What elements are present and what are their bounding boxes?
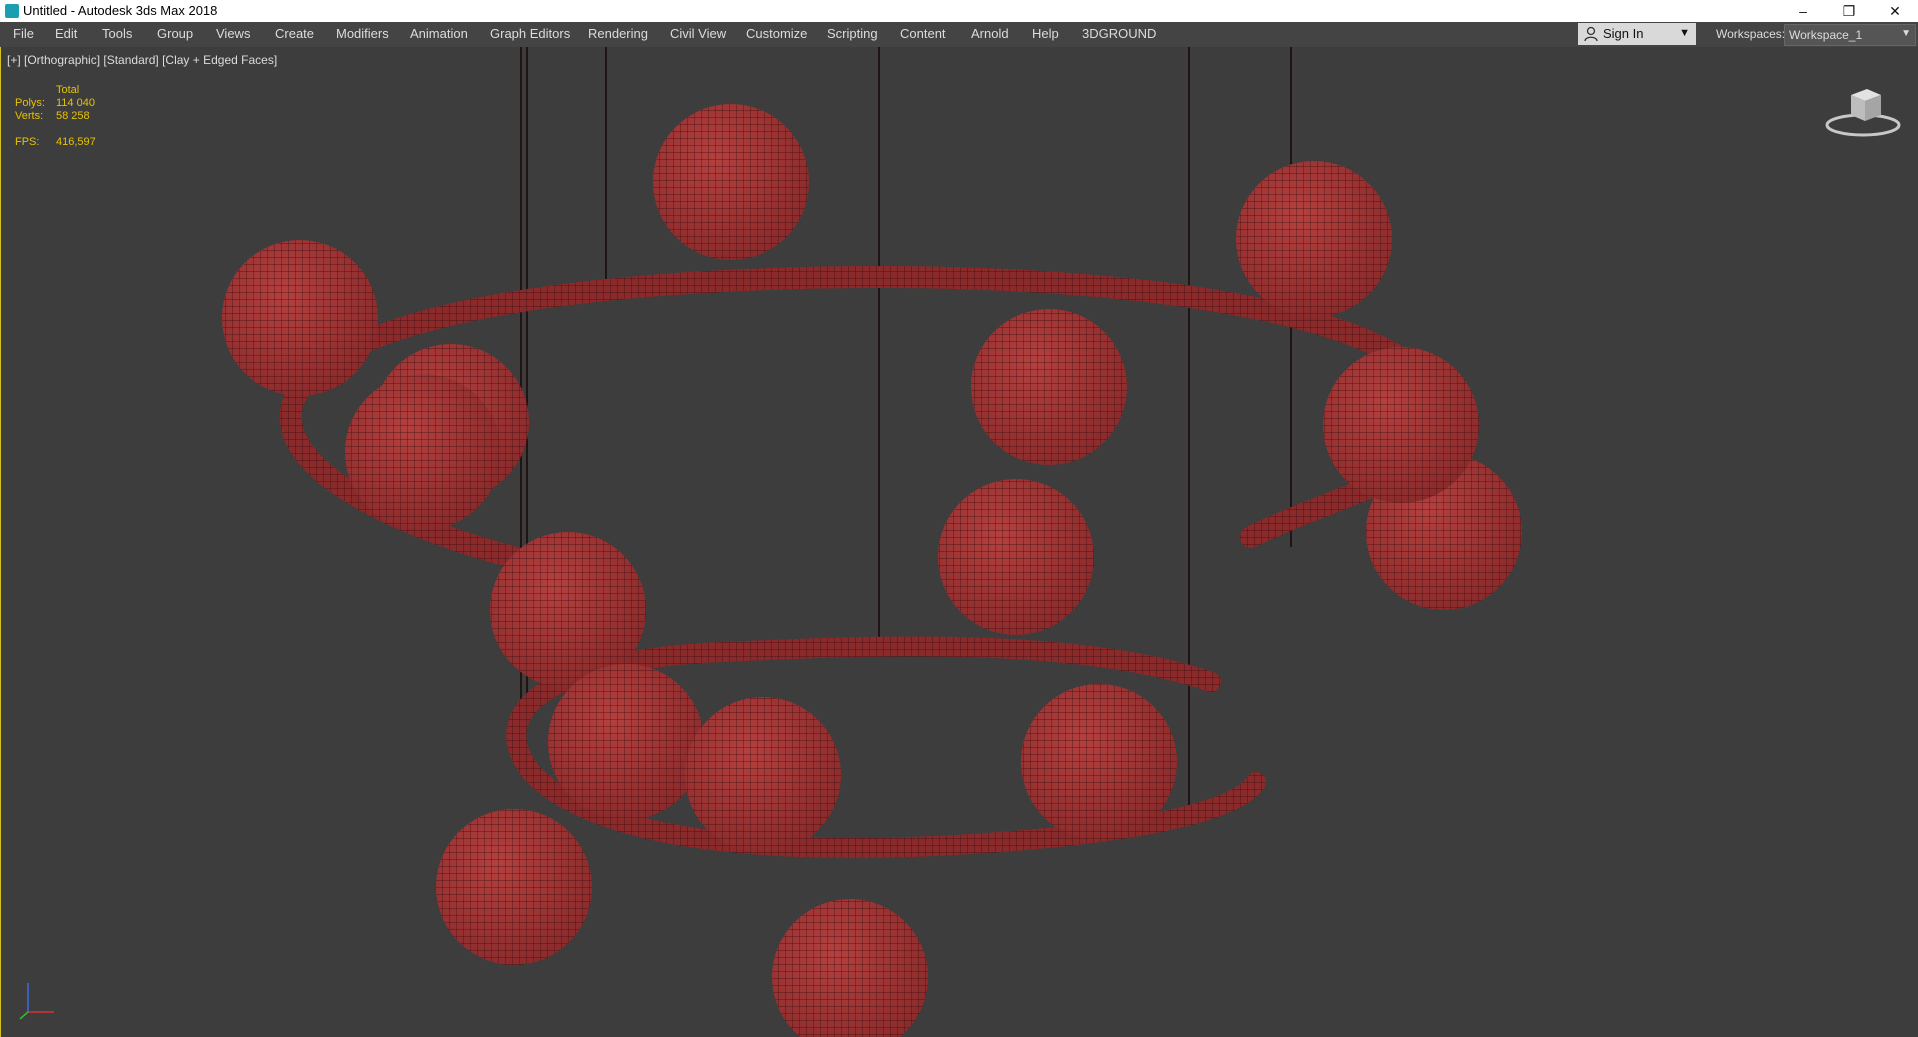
sphere: [938, 479, 1094, 635]
workspaces-label: Workspaces:: [1716, 27, 1786, 41]
person-icon: [1584, 26, 1598, 42]
sphere: [685, 697, 841, 853]
sign-in-dropdown[interactable]: Sign In ▼: [1578, 23, 1696, 45]
stats-verts-label: Verts:: [15, 110, 44, 122]
menu-tools[interactable]: Tools: [102, 26, 132, 41]
window-title: Untitled - Autodesk 3ds Max 2018: [23, 3, 218, 18]
stats-polys-label: Polys:: [15, 97, 45, 109]
minimize-button[interactable]: –: [1780, 0, 1826, 22]
menu-edit[interactable]: Edit: [55, 26, 77, 41]
viewport-label[interactable]: [+] [Orthographic] [Standard] [Clay + Ed…: [7, 53, 277, 67]
sphere: [548, 664, 704, 820]
menu-rendering[interactable]: Rendering: [588, 26, 648, 41]
close-button[interactable]: ✕: [1872, 0, 1918, 22]
menu-create[interactable]: Create: [275, 26, 314, 41]
menu-views[interactable]: Views: [216, 26, 250, 41]
stats-polys-value: 114 040: [56, 97, 95, 109]
sphere: [772, 899, 928, 1037]
stats-total-label: Total: [56, 84, 80, 96]
stats-verts-value: 58 258: [56, 110, 90, 122]
menu-scripting[interactable]: Scripting: [827, 26, 878, 41]
sphere: [1021, 684, 1177, 840]
sphere: [971, 309, 1127, 465]
globe-spheres: [222, 104, 1522, 1037]
viewcube-icon[interactable]: [1823, 81, 1903, 141]
menu-group[interactable]: Group: [157, 26, 193, 41]
workspace-select[interactable]: Workspace_1 ▼: [1784, 24, 1916, 46]
menu-animation[interactable]: Animation: [410, 26, 468, 41]
sign-in-label: Sign In: [1603, 26, 1644, 41]
sphere: [436, 809, 592, 965]
workspace-value: Workspace_1: [1789, 28, 1863, 42]
sphere: [653, 104, 809, 260]
stats-fps-label: FPS:: [15, 136, 40, 148]
title-bar: Untitled - Autodesk 3ds Max 2018 – ❐ ✕: [0, 0, 1918, 22]
menu-help[interactable]: Help: [1032, 26, 1059, 41]
menu-file[interactable]: File: [13, 26, 34, 41]
menu-customize[interactable]: Customize: [746, 26, 807, 41]
sphere: [1236, 161, 1392, 317]
menu-3dground[interactable]: 3DGROUND: [1082, 26, 1156, 41]
axis-tripod-icon: [19, 983, 54, 1020]
chevron-down-icon: ▼: [1679, 27, 1690, 39]
menu-content[interactable]: Content: [900, 26, 946, 41]
sphere: [222, 240, 378, 396]
menu-graph-editors[interactable]: Graph Editors: [490, 26, 570, 41]
menu-arnold[interactable]: Arnold: [971, 26, 1009, 41]
sphere: [1323, 347, 1479, 503]
sphere: [345, 374, 501, 530]
viewport-perspective[interactable]: [+] [Orthographic] [Standard] [Clay + Ed…: [0, 47, 1918, 1037]
chevron-down-icon: ▼: [1901, 28, 1911, 39]
3dsmax-app-icon: [5, 4, 19, 18]
scene-model: [222, 47, 1522, 1037]
menu-civil-view[interactable]: Civil View: [670, 26, 726, 41]
restore-button[interactable]: ❐: [1826, 0, 1872, 22]
menu-modifiers[interactable]: Modifiers: [336, 26, 389, 41]
stats-fps-value: 416,597: [56, 136, 96, 148]
